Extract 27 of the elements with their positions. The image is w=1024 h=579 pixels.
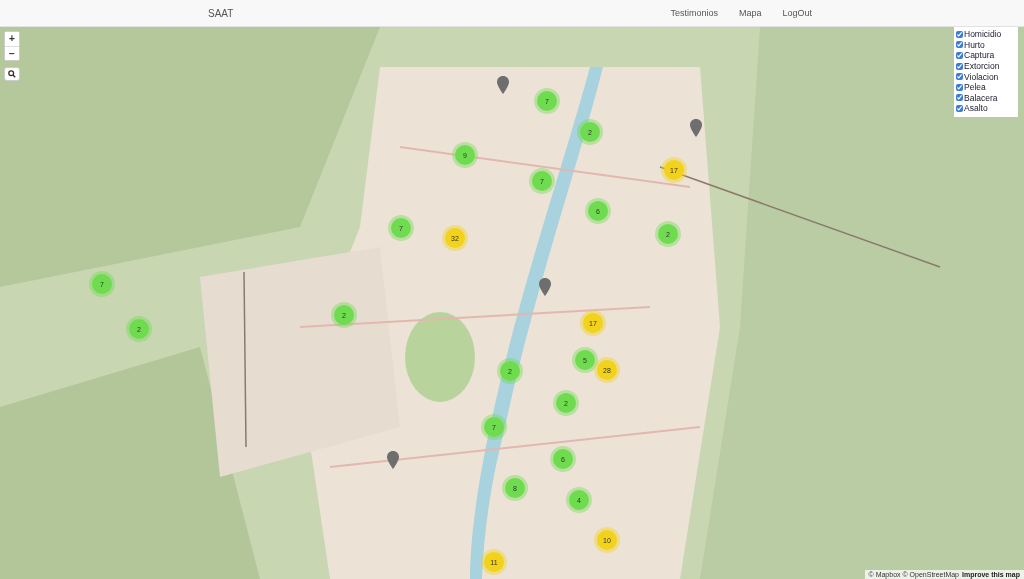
- layer-label: Violacion: [964, 71, 999, 82]
- layer-checkbox[interactable]: [956, 104, 963, 112]
- map-pin-icon[interactable]: [497, 76, 509, 94]
- layer-label: Pelea: [964, 82, 986, 93]
- layer-label: Homicidio: [964, 29, 1002, 40]
- map-pin-icon[interactable]: [690, 119, 702, 137]
- brand-link[interactable]: SAAT: [208, 7, 234, 19]
- layer-label: Extorcion: [964, 61, 1000, 72]
- nav-link[interactable]: Mapa: [738, 8, 762, 18]
- layer-label: Captura: [964, 50, 995, 61]
- search-button[interactable]: [4, 67, 20, 81]
- layer-checkbox[interactable]: [956, 41, 963, 49]
- nav-link[interactable]: LogOut: [782, 8, 812, 18]
- map-pin-icon[interactable]: [539, 278, 551, 296]
- layer-label: Hurto: [964, 39, 985, 50]
- layer-checkbox[interactable]: [956, 94, 963, 102]
- map-pin-icon[interactable]: [387, 451, 399, 469]
- layer-checkbox[interactable]: [956, 62, 963, 70]
- layer-label: Asalto: [964, 103, 988, 114]
- layer-checkbox[interactable]: [956, 73, 963, 81]
- layer-checkbox[interactable]: [956, 83, 963, 91]
- layer-checkbox[interactable]: [956, 30, 963, 38]
- nav-link[interactable]: Testimonios: [670, 8, 718, 18]
- layer-checkbox[interactable]: [956, 52, 963, 59]
- zoom-out-button[interactable]: −: [5, 46, 19, 60]
- layer-label: Balacera: [964, 92, 998, 103]
- search-icon: [8, 70, 16, 78]
